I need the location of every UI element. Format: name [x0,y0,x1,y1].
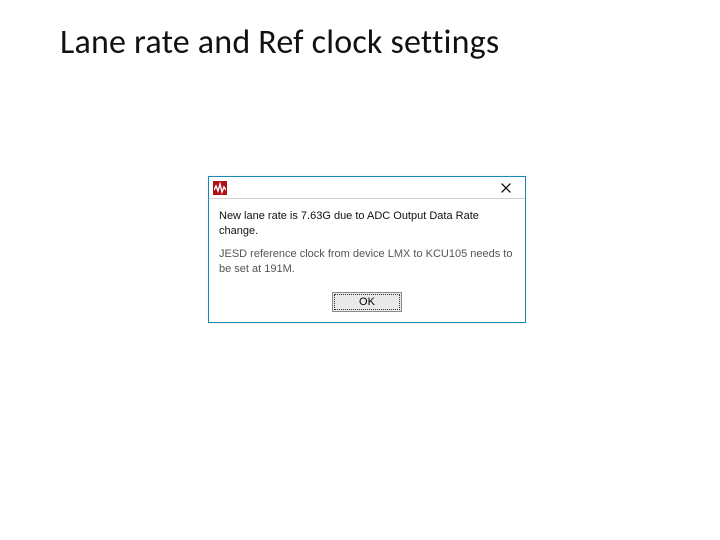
dialog-button-row: OK [209,286,525,322]
message-dialog: New lane rate is 7.63G due to ADC Output… [208,176,526,323]
slide: Lane rate and Ref clock settings New lan… [0,0,720,540]
dialog-message-primary: New lane rate is 7.63G due to ADC Output… [219,209,515,239]
dialog-titlebar[interactable] [209,177,525,199]
close-button[interactable] [489,178,523,198]
dialog-body: New lane rate is 7.63G due to ADC Output… [209,199,525,286]
close-icon [501,183,511,193]
dialog-message-secondary: JESD reference clock from device LMX to … [219,247,515,277]
ok-button[interactable]: OK [332,292,402,312]
page-title: Lane rate and Ref clock settings [60,22,660,63]
app-icon [213,181,227,195]
